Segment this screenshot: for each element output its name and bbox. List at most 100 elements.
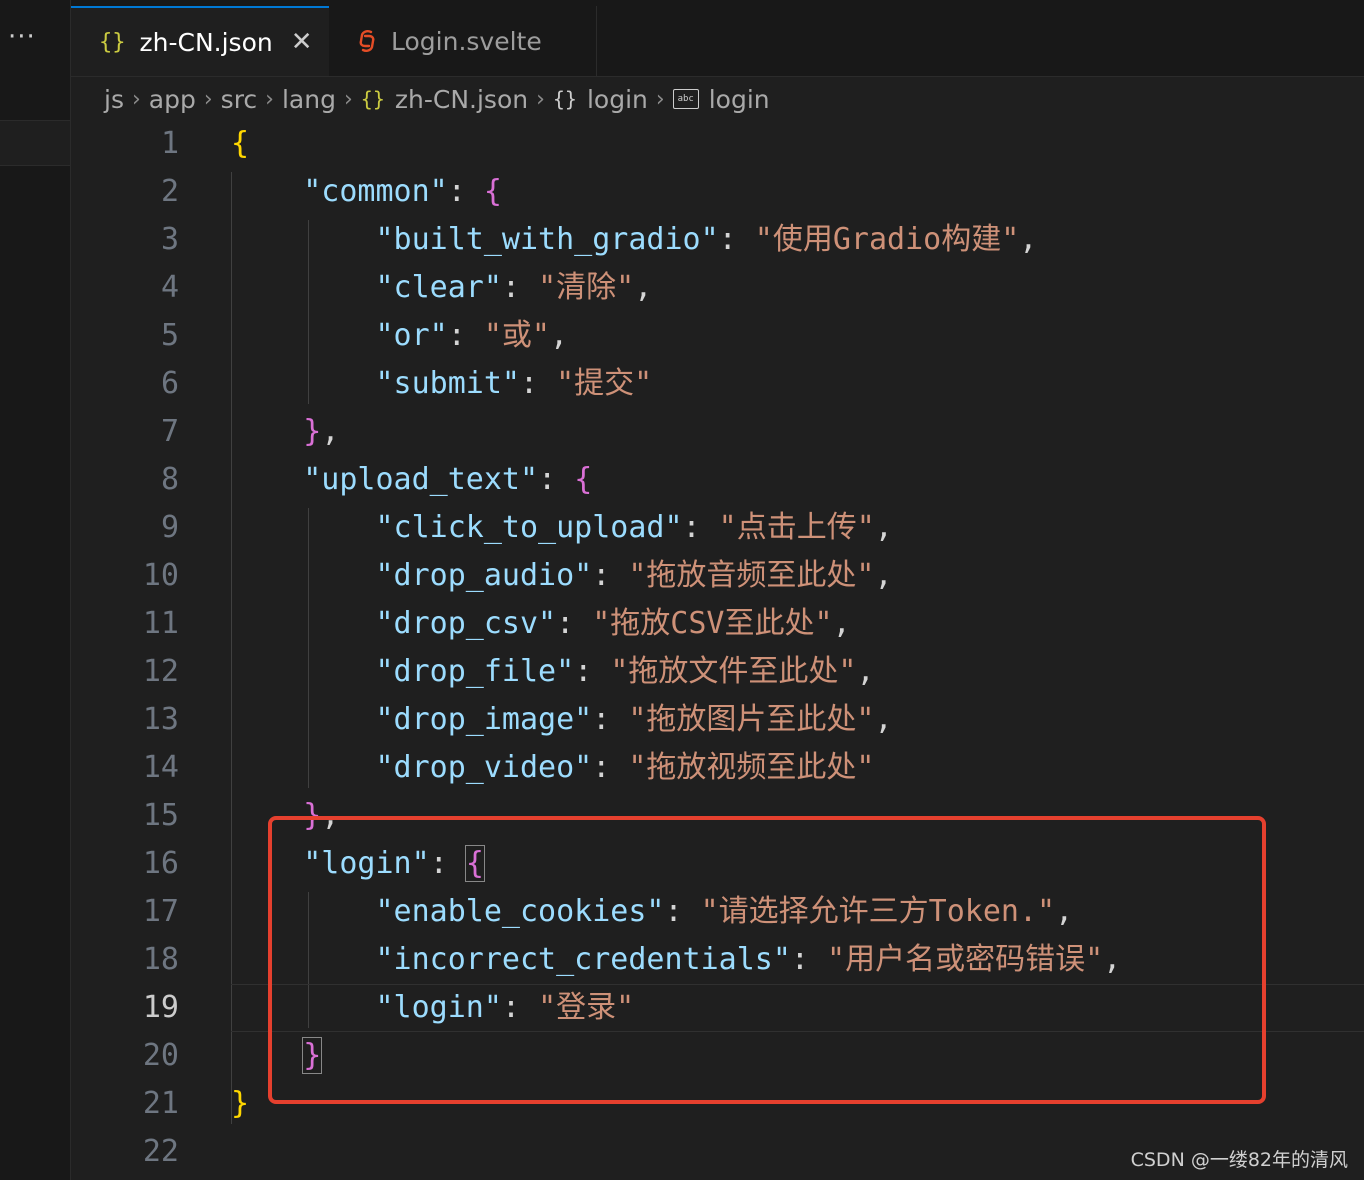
code-line[interactable]: 6 "submit": "提交"	[71, 360, 1364, 408]
punctuation: ,	[321, 414, 340, 449]
punctuation: :	[718, 222, 755, 257]
punctuation: :	[501, 270, 539, 305]
punctuation: ,	[874, 702, 893, 737]
breadcrumb-item-js[interactable]: js	[104, 85, 124, 114]
code-text: "upload_text": {	[231, 456, 592, 504]
chevron-right-icon: ›	[203, 86, 213, 112]
punctuation: :	[574, 654, 611, 689]
json-key: "submit"	[375, 366, 521, 401]
punctuation: ,	[856, 654, 875, 689]
json-key: "drop_audio"	[375, 558, 593, 593]
watermark: CSDN @一缕82年的清风	[1130, 1149, 1348, 1171]
json-string: "或"	[483, 318, 550, 353]
breadcrumb-item-object[interactable]: login	[587, 85, 648, 114]
code-line[interactable]: 11 "drop_csv": "拖放CSV至此处",	[71, 600, 1364, 648]
json-key: "or"	[375, 318, 448, 353]
line-number: 19	[142, 990, 179, 1025]
punctuation: :	[447, 318, 484, 353]
code-line[interactable]: 9 "click_to_upload": "点击上传",	[71, 504, 1364, 552]
json-key: "drop_video"	[375, 750, 593, 785]
breadcrumb-item-app[interactable]: app	[149, 85, 196, 114]
chevron-right-icon: ›	[536, 86, 545, 112]
code-line[interactable]: 12 "drop_file": "拖放文件至此处",	[71, 648, 1364, 696]
bracket: {	[231, 126, 250, 161]
bracket: {	[574, 462, 593, 497]
code-line[interactable]: 1{	[71, 120, 1364, 168]
punctuation: :	[592, 750, 629, 785]
tab-zh-cn-json[interactable]: {} zh-CN.json ✕	[71, 6, 329, 76]
punctuation: :	[447, 174, 484, 209]
breadcrumb: js › app › src › lang › {} zh-CN.json › …	[104, 76, 770, 122]
punctuation: :	[682, 510, 719, 545]
punctuation: ,	[634, 270, 653, 305]
close-icon[interactable]: ✕	[291, 27, 313, 57]
code-line[interactable]: 8 "upload_text": {	[71, 456, 1364, 504]
json-icon: {}	[99, 29, 126, 55]
code-line[interactable]: 7 },	[71, 408, 1364, 456]
line-number: 17	[142, 894, 179, 929]
breadcrumb-item-src[interactable]: src	[221, 85, 258, 114]
breadcrumb-item-file[interactable]: zh-CN.json	[395, 85, 528, 114]
code-text: "submit": "提交"	[231, 360, 653, 408]
highlight-annotation-box	[268, 816, 1266, 1104]
punctuation: ,	[874, 510, 893, 545]
code-line[interactable]: 13 "drop_image": "拖放图片至此处",	[71, 696, 1364, 744]
code-line[interactable]: 14 "drop_video": "拖放视频至此处"	[71, 744, 1364, 792]
json-string: "提交"	[556, 366, 653, 401]
line-number: 13	[142, 702, 179, 737]
code-line[interactable]: 3 "built_with_gradio": "使用Gradio构建",	[71, 216, 1364, 264]
line-number: 4	[160, 270, 179, 305]
editor-tab-bar: {} zh-CN.json ✕ Login.svelte	[71, 0, 1364, 77]
breadcrumb-item-string[interactable]: login	[709, 85, 770, 114]
code-text: "clear": "清除",	[231, 264, 653, 312]
code-line[interactable]: 2 "common": {	[71, 168, 1364, 216]
line-number: 22	[142, 1134, 179, 1169]
json-key: "drop_file"	[375, 654, 575, 689]
bracket: }	[231, 1086, 250, 1121]
line-number: 2	[160, 174, 179, 209]
code-text: {	[231, 120, 249, 168]
code-text: "common": {	[231, 168, 502, 216]
code-text: }	[231, 1080, 249, 1128]
line-number: 7	[160, 414, 179, 449]
punctuation: ,	[832, 606, 851, 641]
code-line[interactable]: 4 "clear": "清除",	[71, 264, 1364, 312]
punctuation: ,	[550, 318, 569, 353]
tab-login-svelte[interactable]: Login.svelte	[329, 6, 597, 76]
json-icon: {}	[360, 87, 385, 111]
line-number: 5	[160, 318, 179, 353]
json-key: "click_to_upload"	[375, 510, 683, 545]
punctuation: :	[538, 462, 575, 497]
line-number: 18	[142, 942, 179, 977]
tab-label: Login.svelte	[391, 26, 542, 56]
svelte-icon	[359, 30, 375, 52]
more-actions-icon[interactable]: ···	[8, 22, 36, 52]
code-line[interactable]: 10 "drop_audio": "拖放音频至此处",	[71, 552, 1364, 600]
code-text: "drop_image": "拖放图片至此处",	[231, 696, 893, 744]
breadcrumb-item-lang[interactable]: lang	[282, 85, 336, 114]
code-line[interactable]: 5 "or": "或",	[71, 312, 1364, 360]
json-string: "拖放音频至此处"	[628, 558, 875, 593]
chevron-right-icon: ›	[265, 86, 274, 112]
chevron-right-icon: ›	[343, 86, 353, 112]
bracket: }	[303, 414, 322, 449]
json-key: "clear"	[375, 270, 502, 305]
line-number: 6	[160, 366, 179, 401]
json-string: "使用Gradio构建"	[754, 222, 1020, 257]
code-text: "drop_video": "拖放视频至此处"	[231, 744, 875, 792]
json-string: "拖放图片至此处"	[628, 702, 875, 737]
json-string: "清除"	[538, 270, 635, 305]
json-string: "拖放视频至此处"	[628, 750, 875, 785]
string-icon: abc	[672, 89, 699, 109]
code-text: "drop_file": "拖放文件至此处",	[231, 648, 875, 696]
line-number: 20	[142, 1038, 179, 1073]
json-key: "drop_image"	[375, 702, 593, 737]
